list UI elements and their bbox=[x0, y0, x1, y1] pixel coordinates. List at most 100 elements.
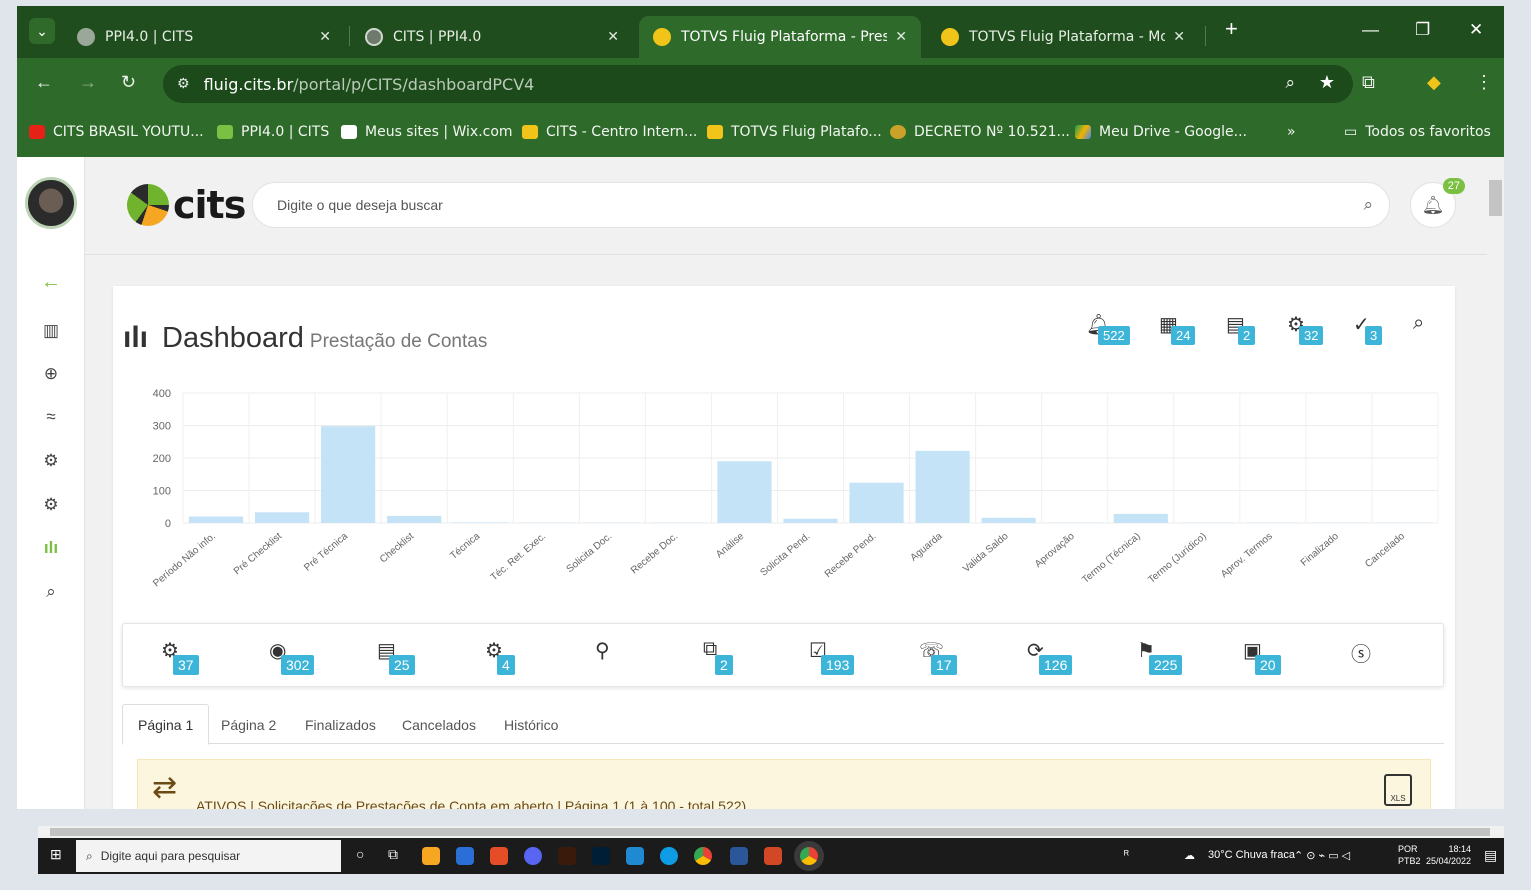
scrollbar-thumb[interactable] bbox=[50, 828, 1490, 836]
vertical-scrollbar[interactable] bbox=[1487, 157, 1504, 809]
minimize-icon[interactable]: — bbox=[1362, 20, 1379, 40]
page-tabs: Página 1 Página 2 Finalizados Cancelados… bbox=[122, 704, 1444, 745]
bookmark-item[interactable]: PPI4.0 | CITS bbox=[217, 124, 329, 140]
notifications-button[interactable]: 🔔︎ 27 bbox=[1410, 178, 1465, 228]
dashboard-icon[interactable]: ılı bbox=[39, 538, 63, 558]
bell-icon[interactable]: 🔔︎ 522 bbox=[1086, 312, 1130, 345]
tab-pagina-2[interactable]: Página 2 bbox=[206, 704, 291, 745]
weather-icon[interactable]: ☁ bbox=[1184, 849, 1195, 862]
documents-icon[interactable]: ▤ 25 bbox=[377, 638, 415, 675]
scrollbar-thumb[interactable] bbox=[1489, 180, 1502, 216]
bookmark-item[interactable]: CITS - Centro Intern... bbox=[522, 124, 697, 140]
dollar-icon[interactable]: ⓢ bbox=[1351, 638, 1371, 667]
app-icon[interactable] bbox=[456, 847, 474, 865]
doc-gear-icon[interactable]: ⚙ 32 bbox=[1287, 312, 1324, 345]
search-icon[interactable]: ⌕ bbox=[1363, 195, 1373, 215]
phone-icon[interactable]: ☏ 17 bbox=[919, 638, 957, 675]
copy-icon[interactable]: ⧉ 2 bbox=[703, 638, 733, 675]
cortana-icon[interactable]: ○ bbox=[356, 846, 364, 862]
doc-gear-icon[interactable]: ⚙ bbox=[39, 451, 63, 471]
report-icon[interactable]: ▥ bbox=[39, 321, 63, 341]
notification-center-icon[interactable]: ▤ bbox=[1484, 847, 1497, 864]
user-link-icon[interactable]: ⚲ bbox=[595, 638, 610, 663]
app-icon[interactable] bbox=[422, 847, 440, 865]
back-icon[interactable]: ← bbox=[35, 72, 53, 93]
folder-share-icon[interactable]: ▤ 2 bbox=[1226, 312, 1256, 345]
bookmarks-overflow-button[interactable]: » bbox=[1287, 124, 1296, 140]
bookmark-star-icon[interactable]: ★ bbox=[1319, 72, 1335, 93]
close-tab-icon[interactable]: ✕ bbox=[1173, 29, 1185, 45]
close-tab-icon[interactable]: ✕ bbox=[319, 29, 331, 45]
chrome-active-icon[interactable] bbox=[800, 847, 818, 865]
site-info-icon[interactable]: ⚙ bbox=[177, 76, 190, 92]
eye-icon[interactable]: ◉ 302 bbox=[269, 638, 315, 675]
menu-dots-icon[interactable]: ⋮ bbox=[1475, 72, 1493, 93]
windows-start-icon[interactable]: ⊞ bbox=[50, 846, 62, 863]
browser-tab[interactable]: CITS | PPI4.0 ✕ bbox=[351, 16, 633, 58]
word-icon[interactable] bbox=[730, 847, 748, 865]
tab-cancelados[interactable]: Cancelados bbox=[387, 704, 491, 745]
doc-search-icon[interactable]: ⌕ bbox=[1413, 312, 1424, 335]
chart-bar bbox=[915, 450, 970, 523]
vscode-icon[interactable] bbox=[626, 847, 644, 865]
clock[interactable]: 18:14 25/04/2022 bbox=[1426, 843, 1471, 867]
taskbar-search-input[interactable]: ⌕ Digite aqui para pesquisar bbox=[76, 840, 341, 872]
address-bar[interactable]: ⚙ fluig.cits.br/portal/p/CITS/dashboardP… bbox=[163, 65, 1353, 103]
eye-gear-icon[interactable]: ⚙ 4 bbox=[485, 638, 515, 675]
avatar[interactable] bbox=[25, 177, 77, 229]
search-icon[interactable]: ⌕ bbox=[39, 582, 63, 602]
bookmark-item[interactable]: DECRETO Nº 10.521... bbox=[890, 124, 1070, 140]
horizontal-scrollbar[interactable] bbox=[38, 826, 1504, 838]
bookmark-item[interactable]: Meu Drive - Google... bbox=[1075, 124, 1247, 140]
close-tab-icon[interactable]: ✕ bbox=[895, 29, 907, 45]
forward-icon[interactable]: → bbox=[79, 72, 97, 93]
language-indicator[interactable]: POR PTB2 bbox=[1398, 843, 1421, 867]
illustrator-icon[interactable] bbox=[558, 847, 576, 865]
doc-gear-icon[interactable]: ⚙ bbox=[39, 495, 63, 515]
tab-pagina-1[interactable]: Página 1 bbox=[122, 704, 210, 745]
bookmark-item[interactable]: Meus sites | Wix.com bbox=[341, 124, 513, 140]
restore-icon[interactable]: ❐ bbox=[1415, 20, 1430, 40]
weather-text[interactable]: 30°C Chuva fraca bbox=[1208, 849, 1295, 861]
close-window-icon[interactable]: ✕ bbox=[1469, 20, 1483, 40]
cits-logo[interactable]: cits bbox=[127, 183, 246, 227]
back-arrow-icon[interactable]: ← bbox=[39, 271, 63, 294]
x-tick-label: Pré Técnica bbox=[302, 531, 350, 574]
user-approval-icon[interactable]: ☑ 193 bbox=[809, 638, 855, 675]
tab-finalizados[interactable]: Finalizados bbox=[290, 704, 391, 745]
task-view-icon[interactable]: ⧉ bbox=[388, 846, 398, 863]
close-tab-icon[interactable]: ✕ bbox=[607, 29, 619, 45]
extension-fluig-icon[interactable]: ◆ bbox=[1427, 72, 1441, 93]
flag-icon[interactable]: ⚑ 225 bbox=[1137, 638, 1183, 675]
discord-icon[interactable] bbox=[524, 847, 542, 865]
browser-tab[interactable]: TOTVS Fluig Plataforma - Movir ✕ bbox=[927, 16, 1199, 58]
refresh-doc-icon[interactable]: ⟳ 126 bbox=[1027, 638, 1073, 675]
photoshop-icon[interactable] bbox=[592, 847, 610, 865]
skype-icon[interactable] bbox=[660, 847, 678, 865]
calendar-icon[interactable]: ▦ 24 bbox=[1159, 312, 1196, 345]
doc-settings-icon[interactable]: ⚙ 37 bbox=[161, 638, 199, 675]
zoom-icon[interactable]: ⌕ bbox=[1285, 73, 1295, 93]
people-icon[interactable]: ᴿ bbox=[1124, 849, 1129, 861]
search-input[interactable]: Digite o que deseja buscar ⌕ bbox=[252, 182, 1390, 228]
all-bookmarks-button[interactable]: ▭ Todos os favoritos bbox=[1344, 124, 1491, 140]
xls-export-icon[interactable]: XLS bbox=[1384, 774, 1412, 806]
browser-tab[interactable]: PPI4.0 | CITS ✕ bbox=[63, 16, 345, 58]
doc-check-icon[interactable]: ✓ 3 bbox=[1353, 312, 1383, 345]
reload-icon[interactable]: ↻ bbox=[121, 72, 136, 93]
trend-icon[interactable]: ≈ bbox=[39, 407, 63, 427]
bookmark-item[interactable]: CITS BRASIL YOUTU... bbox=[29, 124, 204, 140]
tray-icons[interactable]: ⌃ ⊙ ⌁ ▭ ◁ bbox=[1294, 849, 1350, 862]
invoice-icon[interactable]: ▣ 20 bbox=[1243, 638, 1281, 675]
extensions-icon[interactable]: ⧉ bbox=[1362, 72, 1375, 93]
figma-icon[interactable] bbox=[490, 847, 508, 865]
tab-historico[interactable]: Histórico bbox=[489, 704, 573, 745]
browser-tab-active[interactable]: TOTVS Fluig Plataforma - Presta ✕ bbox=[639, 16, 921, 58]
new-tab-button[interactable]: + bbox=[1225, 16, 1238, 42]
bookmark-label: PPI4.0 | CITS bbox=[241, 124, 330, 140]
add-circle-icon[interactable]: ⊕ bbox=[39, 364, 63, 384]
chrome-icon[interactable] bbox=[694, 847, 712, 865]
tab-search-button[interactable]: ⌄ bbox=[29, 18, 55, 44]
bookmark-item[interactable]: TOTVS Fluig Platafo... bbox=[707, 124, 882, 140]
powerpoint-icon[interactable] bbox=[764, 847, 782, 865]
